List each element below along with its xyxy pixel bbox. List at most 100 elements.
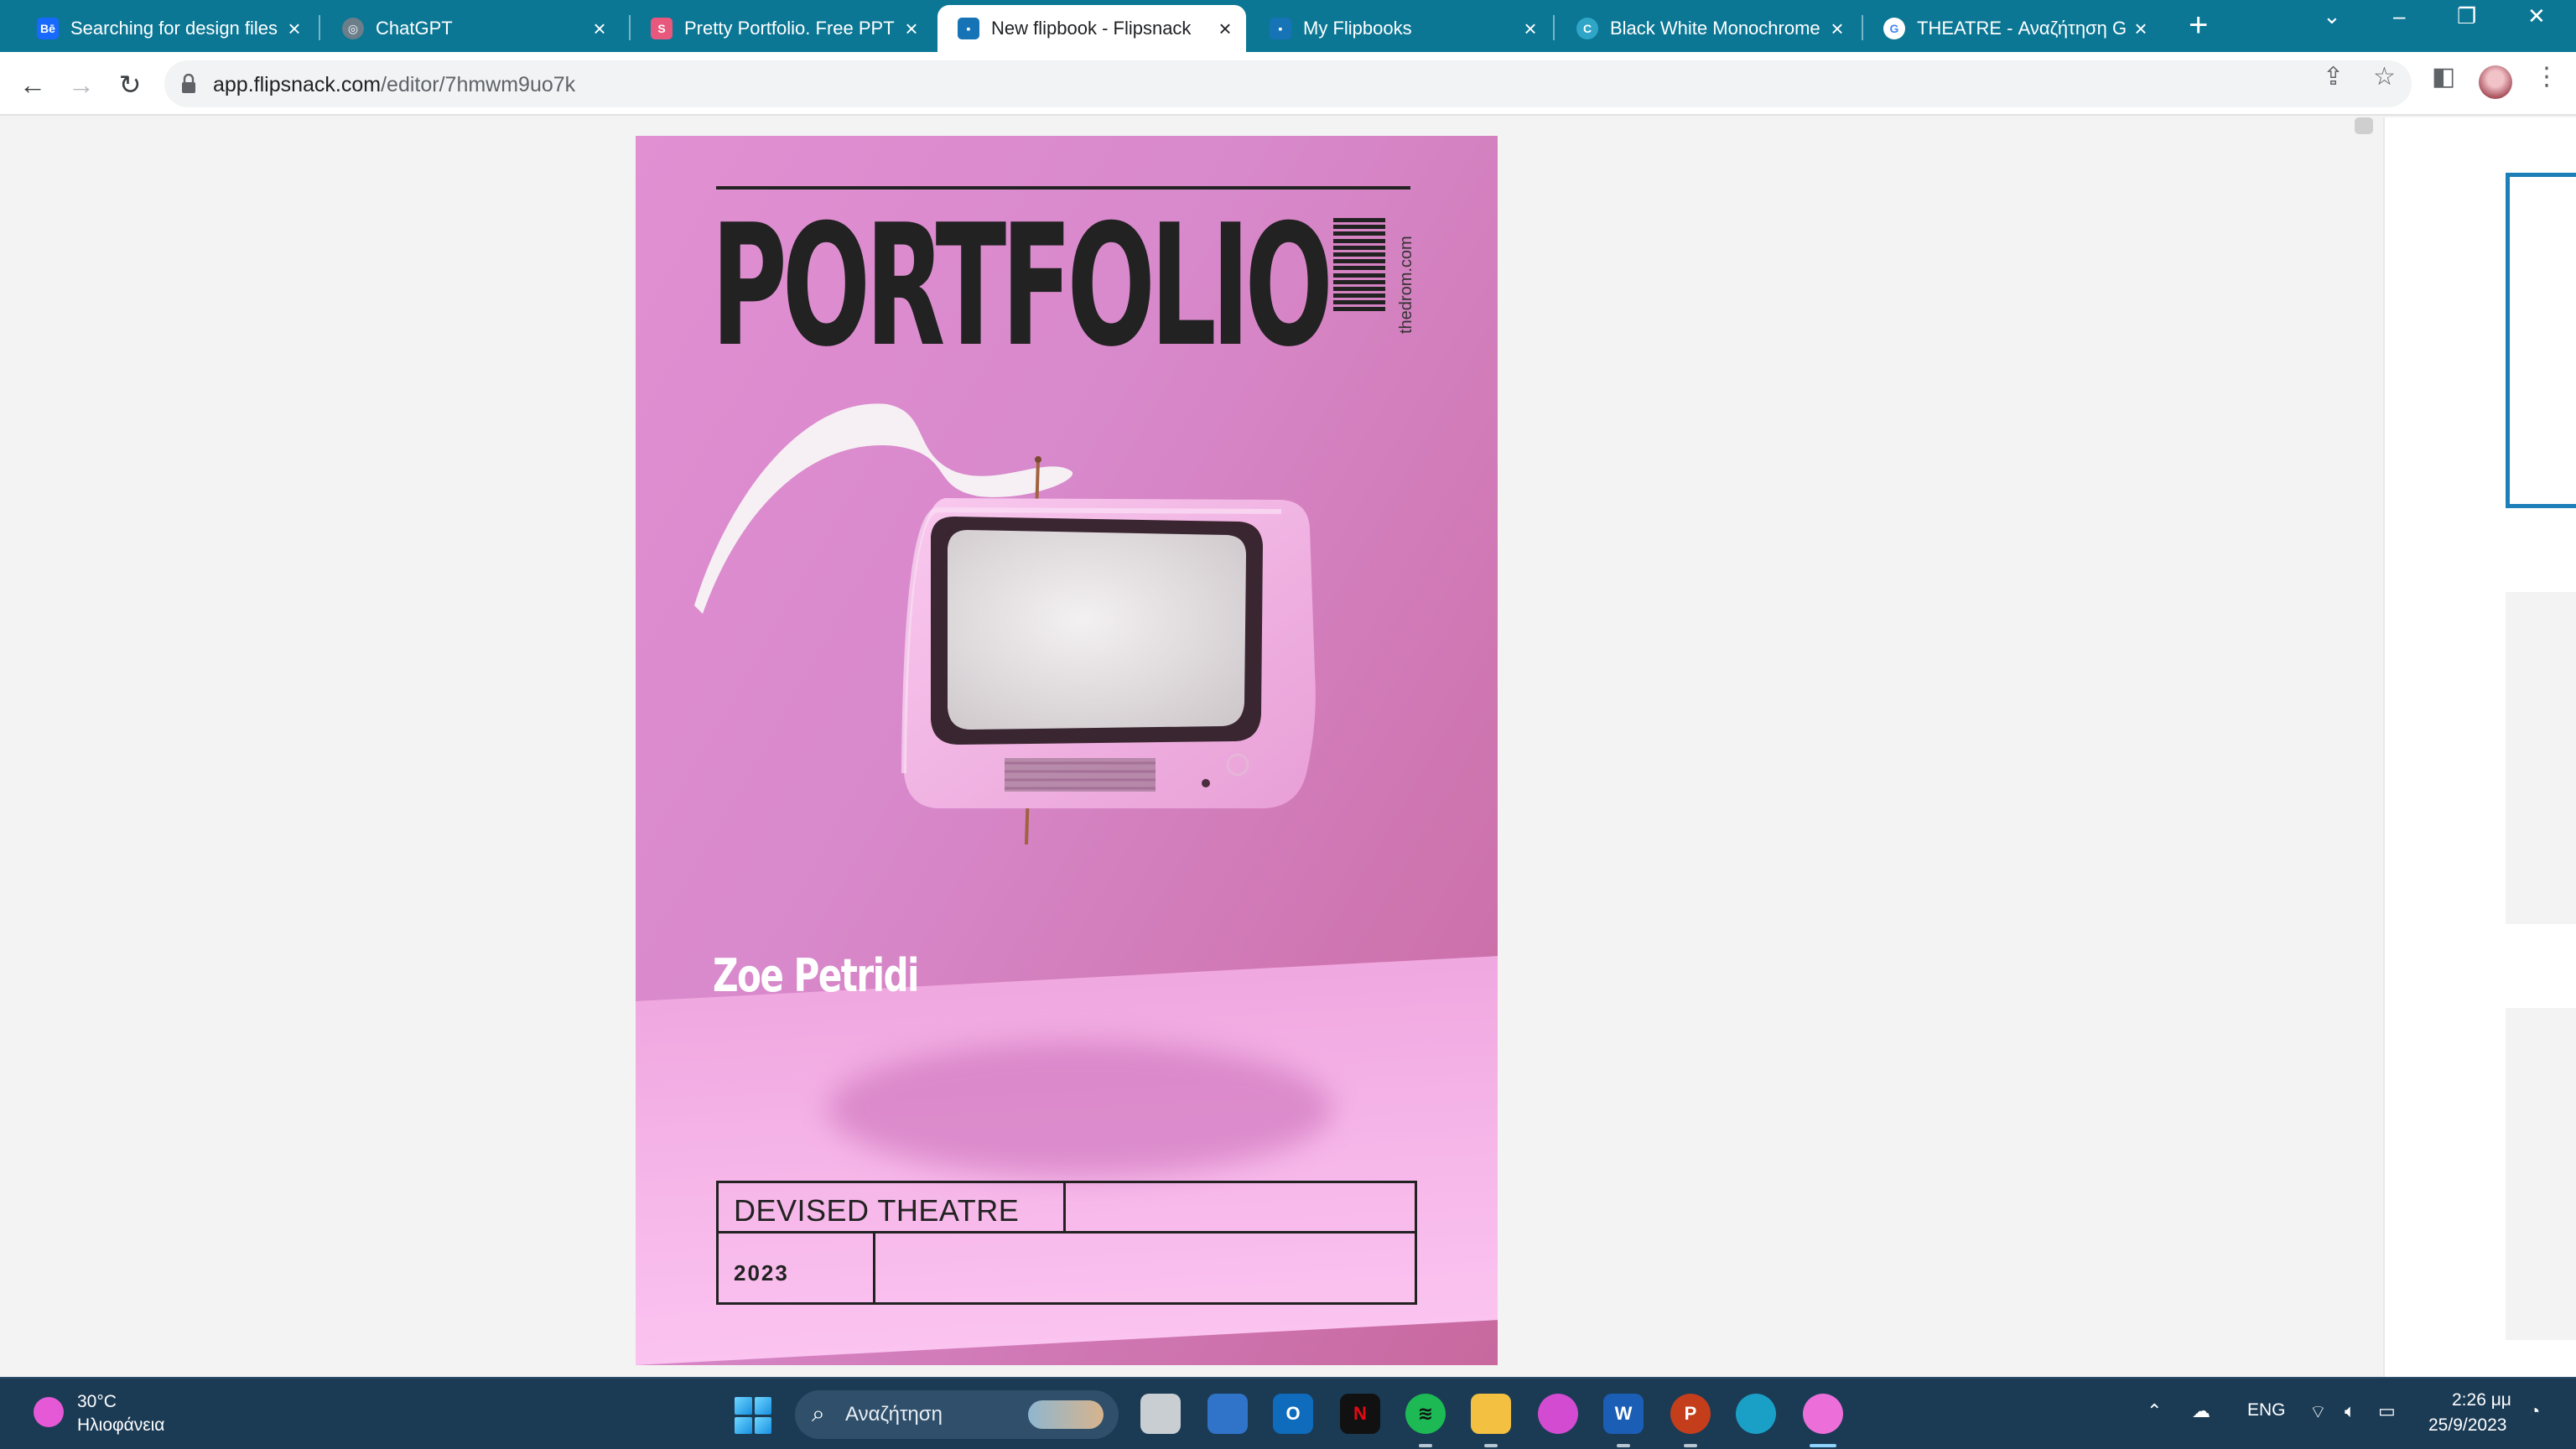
outlook-icon[interactable]: O xyxy=(1273,1394,1313,1434)
start-button[interactable] xyxy=(735,1397,771,1434)
tab-close-icon[interactable]: × xyxy=(280,16,309,42)
profile-avatar[interactable] xyxy=(2479,65,2512,99)
notifications-icon[interactable]: ◔ xyxy=(2529,1400,2540,1422)
google-icon: G xyxy=(1883,18,1905,39)
page-thumbnail-selected[interactable] xyxy=(2506,173,2576,508)
clock-time[interactable]: 2:26 μμ xyxy=(2452,1390,2511,1410)
table-divider xyxy=(1063,1183,1066,1232)
volume-icon[interactable]: 🔈︎ xyxy=(2345,1400,2355,1422)
info-table[interactable]: DEVISED THEATRE 2023 xyxy=(716,1181,1417,1305)
back-icon[interactable]: ← xyxy=(12,64,54,106)
tray-overflow-icon[interactable]: ⌃ xyxy=(2147,1400,2162,1422)
tab-strip: Bē Searching for design files × ◎ ChatGP… xyxy=(0,0,2576,52)
file-viewer-icon[interactable] xyxy=(1140,1394,1181,1434)
site-label[interactable]: thedrom.com xyxy=(1397,236,1416,334)
forward-icon[interactable]: → xyxy=(60,64,102,106)
tab-title: THEATRE - Αναζήτηση Google xyxy=(1917,18,2127,39)
tab-title: ChatGPT xyxy=(376,18,453,39)
running-indicator xyxy=(1484,1444,1498,1447)
url-domain: app.flipsnack.com xyxy=(213,73,382,96)
new-tab-button[interactable]: + xyxy=(2189,7,2208,44)
canva-icon: C xyxy=(1576,18,1598,39)
running-indicator xyxy=(1684,1444,1697,1447)
language-indicator[interactable]: ENG xyxy=(2247,1400,2286,1420)
search-highlight-image xyxy=(1028,1400,1104,1429)
running-indicator xyxy=(1419,1444,1432,1447)
powerpoint-icon[interactable]: P xyxy=(1670,1394,1711,1434)
windows-taskbar: 30°C Ηλιοφάνεια ⌕ Αναζήτηση O N ≋ W P ⌃ … xyxy=(0,1377,2576,1449)
close-window-icon[interactable]: ✕ xyxy=(2527,3,2546,29)
scrollbar-thumb[interactable] xyxy=(2355,117,2373,134)
tab-close-icon[interactable]: × xyxy=(1823,16,1852,42)
flipbook-page[interactable]: PORTFOLIO thedrom.com Zoe Petridi DEVISE… xyxy=(636,136,1498,1365)
tab-close-icon[interactable]: × xyxy=(585,16,614,42)
tab-title: My Flipbooks xyxy=(1303,18,1412,39)
tab-title: Searching for design files xyxy=(70,18,278,39)
tab-separator xyxy=(319,15,320,40)
weather-temperature[interactable]: 30°C xyxy=(77,1392,117,1412)
browser-toolbar: ← → ↻ app.flipsnack.com/editor/7hmwm9uo7… xyxy=(0,52,2576,116)
author-name[interactable]: Zoe Petridi xyxy=(713,949,919,1002)
tab-close-icon[interactable]: × xyxy=(1211,16,1239,42)
tab-close-icon[interactable]: × xyxy=(2127,16,2155,42)
category-label[interactable]: DEVISED THEATRE xyxy=(734,1193,1019,1228)
url-text: app.flipsnack.com/editor/7hmwm9uo7k xyxy=(213,73,575,97)
wifi-icon[interactable]: ⌔ xyxy=(2309,1400,2327,1424)
netflix-icon[interactable]: N xyxy=(1340,1394,1380,1434)
side-panel-icon[interactable]: ◧ xyxy=(2432,62,2455,91)
tab-canva[interactable]: C Black White Monochrome × xyxy=(1556,5,1858,52)
tab-close-icon[interactable]: × xyxy=(897,16,926,42)
editor-canvas: PORTFOLIO thedrom.com Zoe Petridi DEVISE… xyxy=(0,117,2576,1377)
taskbar-search[interactable]: ⌕ Αναζήτηση xyxy=(795,1390,1119,1439)
clock-date[interactable]: 25/9/2023 xyxy=(2428,1415,2506,1436)
weather-icon[interactable] xyxy=(34,1397,64,1427)
tab-title: New flipbook - Flipsnack xyxy=(991,18,1192,39)
chatgpt-icon: ◎ xyxy=(342,18,364,39)
restore-icon[interactable]: ❐ xyxy=(2457,3,2476,29)
tab-slidesgo[interactable]: S Pretty Portfolio. Free PPT × xyxy=(631,5,932,52)
edge-icon[interactable] xyxy=(1736,1394,1776,1434)
slidesgo-icon: S xyxy=(651,18,673,39)
battery-icon[interactable]: ▭ xyxy=(2378,1400,2396,1422)
retro-tv-image xyxy=(901,456,1316,845)
running-indicator xyxy=(1617,1444,1630,1447)
lock-icon xyxy=(182,74,195,93)
table-divider xyxy=(719,1231,1415,1233)
year-label[interactable]: 2023 xyxy=(734,1260,789,1286)
spotify-icon[interactable]: ≋ xyxy=(1405,1394,1446,1434)
tv-shadow xyxy=(828,1041,1332,1176)
share-icon[interactable]: ⇪ xyxy=(2323,62,2344,91)
minimize-icon[interactable]: – xyxy=(2393,3,2405,29)
chrome-profile-icon[interactable] xyxy=(1803,1394,1843,1434)
barcode-icon xyxy=(1333,218,1385,314)
reload-icon[interactable]: ↻ xyxy=(109,64,151,106)
flipsnack-icon: ▪ xyxy=(1270,18,1291,39)
teams-meet-icon[interactable] xyxy=(1208,1394,1248,1434)
tab-behance[interactable]: Bē Searching for design files × xyxy=(17,5,315,52)
tab-title: Black White Monochrome xyxy=(1610,18,1820,39)
tab-title: Pretty Portfolio. Free PPT xyxy=(684,18,895,39)
word-icon[interactable]: W xyxy=(1603,1394,1644,1434)
onedrive-icon[interactable]: ☁ xyxy=(2192,1400,2210,1422)
tab-google-search[interactable]: G THEATRE - Αναζήτηση Google × xyxy=(1863,5,2162,52)
tab-flipsnack-new[interactable]: ▪ New flipbook - Flipsnack × xyxy=(937,5,1246,52)
tab-chatgpt[interactable]: ◎ ChatGPT × xyxy=(322,5,621,52)
bookmark-star-icon[interactable]: ☆ xyxy=(2373,62,2396,91)
address-bar[interactable]: app.flipsnack.com/editor/7hmwm9uo7k xyxy=(164,60,2412,107)
active-indicator xyxy=(1810,1444,1836,1447)
search-placeholder: Αναζήτηση xyxy=(845,1403,943,1426)
url-path: /editor/7hmwm9uo7k xyxy=(381,73,576,96)
weather-description[interactable]: Ηλιοφάνεια xyxy=(77,1415,164,1436)
page-thumbnail[interactable] xyxy=(2506,592,2576,924)
chrome-alt-icon[interactable] xyxy=(1538,1394,1578,1434)
tab-my-flipbooks[interactable]: ▪ My Flipbooks × xyxy=(1249,5,1551,52)
page-title[interactable]: PORTFOLIO xyxy=(711,186,1333,387)
file-explorer-icon[interactable] xyxy=(1471,1394,1511,1434)
menu-kebab-icon[interactable]: ⋮ xyxy=(2534,62,2559,91)
tab-close-icon[interactable]: × xyxy=(1516,16,1545,42)
search-icon: ⌕ xyxy=(812,1400,825,1426)
tab-search-icon[interactable]: ⌄ xyxy=(2323,3,2341,29)
flipsnack-icon: ▪ xyxy=(958,18,979,39)
page-thumbnail[interactable] xyxy=(2506,1008,2576,1340)
tab-separator xyxy=(1553,15,1555,40)
